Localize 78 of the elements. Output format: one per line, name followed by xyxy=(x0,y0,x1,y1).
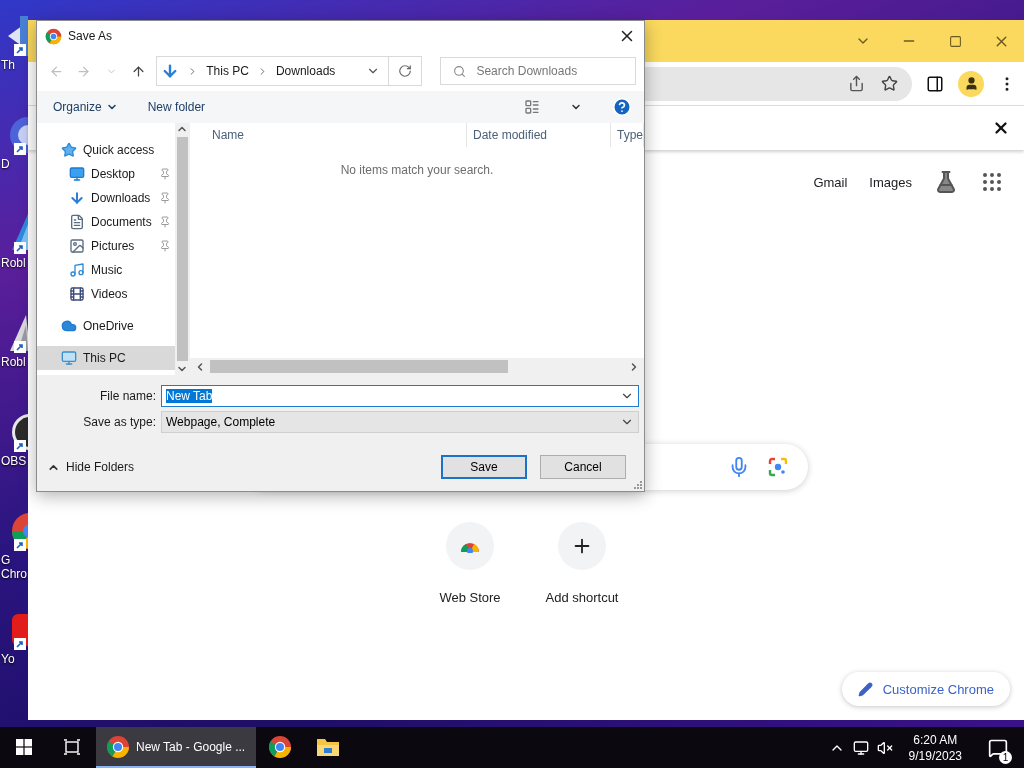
nav-item[interactable]: Documents xyxy=(37,210,175,234)
nav-item[interactable]: Videos xyxy=(37,282,175,306)
nav-item[interactable]: Quick access xyxy=(37,138,175,162)
apps-grid-icon[interactable] xyxy=(980,170,1004,194)
film-icon xyxy=(69,286,85,302)
top-link[interactable]: Gmail xyxy=(813,174,848,190)
clock[interactable]: 6:20 AM 9/19/2023 xyxy=(900,731,970,764)
desktop-icon xyxy=(69,166,85,182)
star-icon xyxy=(61,142,77,158)
empty-message: No items match your search. xyxy=(340,163,494,177)
chrome-icon xyxy=(45,27,62,45)
nav-item[interactable]: This PC xyxy=(37,346,175,370)
refresh-icon xyxy=(398,64,413,78)
shortcut-tile[interactable]: Add shortcut xyxy=(526,522,638,605)
desktop-icon-label: OBS xyxy=(0,454,28,468)
resize-grip-icon[interactable] xyxy=(633,480,642,489)
desktop-icon-label: Robl xyxy=(0,355,27,369)
file-name-field[interactable]: New Tab xyxy=(161,385,639,407)
flask-icon[interactable] xyxy=(934,170,958,194)
network-icon[interactable] xyxy=(852,739,869,756)
taskbar-task[interactable]: New Tab - Google ... xyxy=(96,727,256,768)
pencil-icon xyxy=(857,681,873,697)
view-list-icon[interactable] xyxy=(524,99,540,115)
nav-item[interactable]: Downloads xyxy=(37,186,175,210)
maximize-icon[interactable] xyxy=(948,34,962,48)
desktop-icon-label: G Chro xyxy=(0,553,28,581)
new-folder-button[interactable]: New folder xyxy=(147,100,206,114)
cloud-icon xyxy=(61,318,77,334)
desktop-icon-label: Yo xyxy=(0,652,16,666)
document-icon xyxy=(69,214,85,230)
task-view-icon[interactable] xyxy=(63,738,81,755)
hide-folders-button[interactable]: Hide Folders xyxy=(47,460,428,474)
organize-button[interactable]: Organize xyxy=(53,100,118,114)
breadcrumb-item[interactable]: Downloads xyxy=(275,64,336,78)
close-icon[interactable] xyxy=(992,119,1010,137)
volume-muted-icon[interactable] xyxy=(876,739,893,756)
column-header[interactable]: Date modified xyxy=(467,123,611,147)
breadcrumb-item[interactable]: This PC xyxy=(206,64,249,78)
lens-icon[interactable] xyxy=(768,457,788,477)
column-header[interactable]: Type xyxy=(611,123,644,147)
profile-avatar[interactable] xyxy=(958,70,984,97)
dialog-button[interactable]: Save xyxy=(441,455,527,479)
column-header[interactable]: Name xyxy=(190,123,467,147)
search-field[interactable]: Search Downloads xyxy=(440,57,636,85)
help-icon[interactable] xyxy=(612,97,632,117)
side-panel-icon[interactable] xyxy=(926,74,944,93)
windows-start-icon[interactable] xyxy=(16,738,32,755)
horizontal-scrollbar[interactable] xyxy=(190,358,644,375)
shortcut-tile[interactable]: Web Store xyxy=(414,522,526,605)
nav-item[interactable]: OneDrive xyxy=(37,314,175,338)
desktop-icon-label: Th xyxy=(0,58,16,72)
address-field[interactable]: This PC Downloads xyxy=(156,56,423,86)
vertical-scrollbar[interactable] xyxy=(175,123,190,375)
nav-item[interactable]: Pictures xyxy=(37,234,175,258)
dialog-title: Save As xyxy=(68,29,114,43)
top-link[interactable]: Images xyxy=(869,174,912,190)
computer-icon xyxy=(61,350,77,366)
desktop-icon-label: Robl xyxy=(0,256,27,270)
music-note-icon xyxy=(69,262,85,278)
download-icon xyxy=(69,190,85,206)
picture-icon xyxy=(69,238,85,254)
share-icon[interactable] xyxy=(848,75,865,92)
save-type-dropdown[interactable]: Webpage, Complete xyxy=(161,411,639,433)
nav-item[interactable]: Music xyxy=(37,258,175,282)
folder-icon xyxy=(316,736,340,757)
person-icon xyxy=(963,76,979,91)
field-label: File name: xyxy=(98,389,156,403)
chrome-icon xyxy=(268,734,292,759)
customize-chrome-button[interactable]: Customize Chrome xyxy=(841,672,1010,706)
notification-count: 1 xyxy=(999,751,1012,764)
nav-item[interactable]: Desktop xyxy=(37,162,175,186)
dialog-button[interactable]: Cancel xyxy=(540,455,626,479)
chrome-icon xyxy=(106,734,130,759)
search-icon xyxy=(453,64,467,78)
up-icon[interactable] xyxy=(131,63,147,79)
bookmark-star-icon[interactable] xyxy=(881,75,898,92)
desktop-icon-label: D xyxy=(0,157,11,171)
field-label: Save as type: xyxy=(82,415,156,429)
